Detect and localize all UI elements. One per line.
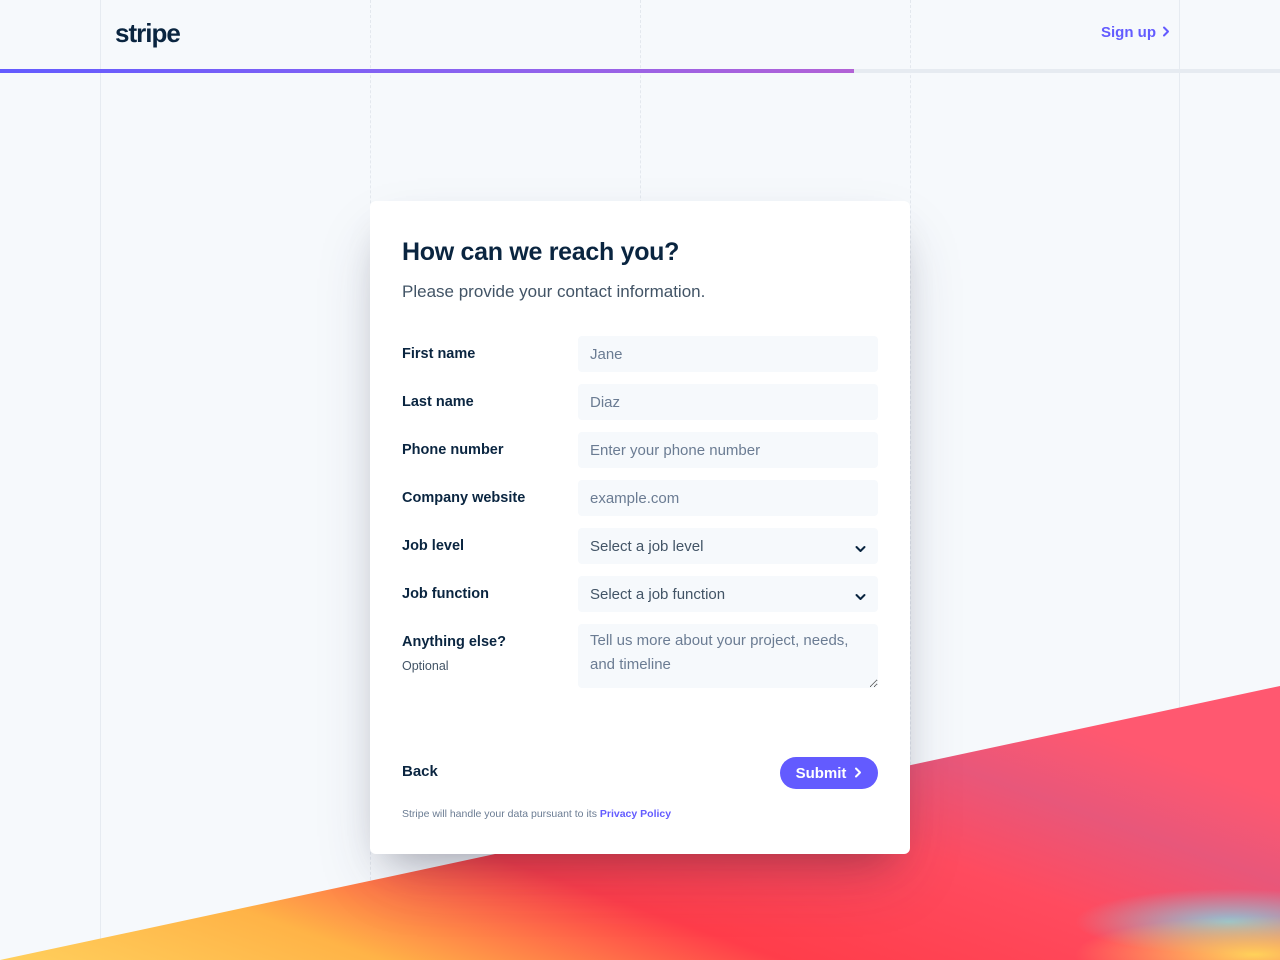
form-row-phone: Phone number <box>402 432 878 468</box>
chevron-down-icon <box>855 588 866 605</box>
submit-button[interactable]: Submit <box>780 757 878 789</box>
sign-up-label: Sign up <box>1101 24 1156 41</box>
grid-line <box>1179 0 1180 960</box>
stripe-logo[interactable]: stripe <box>115 18 181 49</box>
back-button[interactable]: Back <box>402 763 438 780</box>
job-level-label: Job level <box>402 538 465 554</box>
job-function-select[interactable]: Select a job function <box>578 576 878 612</box>
last-name-label: Last name <box>402 394 474 410</box>
form-actions: Back Submit <box>402 757 878 791</box>
privacy-notice: Stripe will handle your data pursuant to… <box>402 808 671 820</box>
chevron-right-icon <box>854 765 862 782</box>
first-name-label: First name <box>402 346 476 362</box>
form-row-first-name: First name <box>402 336 878 372</box>
chevron-right-icon <box>1162 24 1170 41</box>
form-row-website: Company website <box>402 480 878 516</box>
company-website-label: Company website <box>402 490 526 506</box>
job-function-label: Job function <box>402 586 489 602</box>
phone-number-label: Phone number <box>402 442 504 458</box>
submit-label: Submit <box>795 764 847 782</box>
company-website-input[interactable] <box>578 480 878 516</box>
form-row-job-function: Job function Select a job function <box>402 576 878 612</box>
job-function-value: Select a job function <box>590 585 726 603</box>
top-header: stripe Sign up <box>0 0 1280 70</box>
anything-else-label-text: Anything else? <box>402 634 506 650</box>
grid-line <box>100 0 101 960</box>
anything-else-textarea[interactable] <box>578 624 878 688</box>
chevron-down-icon <box>855 540 866 557</box>
last-name-input[interactable] <box>578 384 878 420</box>
form-row-last-name: Last name <box>402 384 878 420</box>
contact-form-card: How can we reach you? Please provide you… <box>370 201 910 854</box>
form-row-job-level: Job level Select a job level <box>402 528 878 564</box>
page-subtitle: Please provide your contact information. <box>402 282 706 301</box>
contact-form: First name Last name Phone number Compan… <box>402 336 878 688</box>
sign-up-link[interactable]: Sign up <box>1101 24 1170 41</box>
page-title: How can we reach you? <box>402 238 680 266</box>
privacy-notice-text: Stripe will handle your data pursuant to… <box>402 808 597 820</box>
first-name-input[interactable] <box>578 336 878 372</box>
grid-line <box>910 0 911 960</box>
job-level-value: Select a job level <box>590 537 704 555</box>
anything-else-label: Anything else? Optional <box>402 624 578 675</box>
progress-bar <box>0 69 1280 73</box>
phone-number-input[interactable] <box>578 432 878 468</box>
privacy-policy-link[interactable]: Privacy Policy <box>600 808 671 820</box>
optional-note: Optional <box>402 659 449 673</box>
progress-bar-fill <box>0 69 854 73</box>
form-row-anything-else: Anything else? Optional <box>402 624 878 688</box>
job-level-select[interactable]: Select a job level <box>578 528 878 564</box>
